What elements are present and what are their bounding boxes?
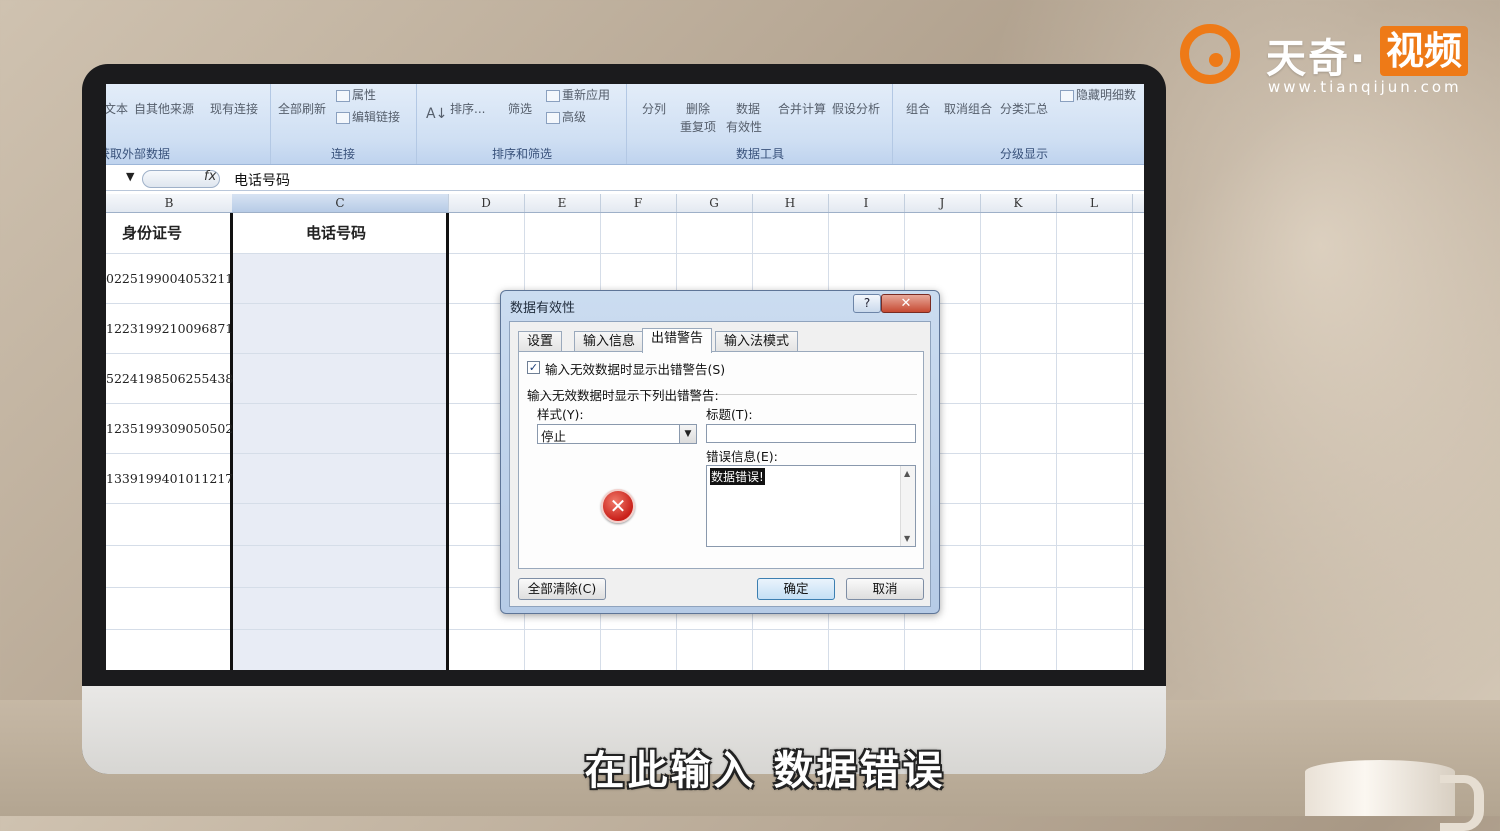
tab-ime-mode[interactable]: 输入法模式 bbox=[715, 331, 799, 352]
reapply-icon bbox=[546, 89, 560, 102]
group-label: 获取外部数据 bbox=[106, 147, 171, 161]
cell-header-id[interactable]: 身份证号 bbox=[122, 213, 182, 253]
logo-icon bbox=[1180, 24, 1240, 84]
close-icon[interactable]: ✕ bbox=[881, 294, 931, 313]
data-validation-dialog: 数据有效性 ? ✕ 设置 输入信息 出错警告 输入法模式 ✓ 输入无效数据时显示… bbox=[500, 290, 940, 614]
ribbon-group-outline: 组合 取消组合 分类汇总 隐藏明细数 分级显示 bbox=[894, 84, 1144, 164]
dialog-body: 设置 输入信息 出错警告 输入法模式 ✓ 输入无效数据时显示出错警告(S) 输入… bbox=[509, 321, 931, 607]
other-sources-button[interactable]: 自其他来源 bbox=[134, 100, 194, 117]
ribbon-group-sort-filter: A↓ 排序... 筛选 重新应用 高级 排序和筛选 bbox=[418, 84, 627, 164]
column-header-h[interactable]: H bbox=[752, 194, 829, 212]
remove-duplicates-label: 重复项 bbox=[680, 120, 717, 134]
cell-header-phone[interactable]: 电话号码 bbox=[306, 213, 366, 253]
refresh-all-button[interactable]: 全部刷新 bbox=[278, 100, 326, 117]
ribbon: 文本 自其他来源 现有连接 获取外部数据 全部刷新 属性 编辑链接 连接 A↓ … bbox=[106, 84, 1144, 165]
hide-detail-button[interactable]: 隐藏明细数 bbox=[1060, 86, 1136, 103]
logo-brand: 天奇· bbox=[1266, 36, 1368, 82]
group-button[interactable]: 组合 bbox=[906, 100, 930, 117]
scroll-up-icon[interactable]: ▲ bbox=[904, 469, 910, 478]
ribbon-group-connections: 全部刷新 属性 编辑链接 连接 bbox=[270, 84, 417, 164]
logo-badge: 视频 bbox=[1380, 26, 1469, 76]
error-message-label: 错误信息(E): bbox=[706, 449, 778, 464]
error-alert-panel: ✓ 输入无效数据时显示出错警告(S) 输入无效数据时显示下列出错警告: 样式(Y… bbox=[518, 351, 924, 569]
section-label: 输入无效数据时显示下列出错警告: bbox=[527, 388, 719, 403]
brand-logo: 天奇· 视频 www.tianqijun.com bbox=[1180, 20, 1490, 100]
show-error-label: 输入无效数据时显示出错警告(S) bbox=[545, 362, 726, 377]
logo-url: www.tianqijun.com bbox=[1268, 78, 1462, 96]
advanced-button[interactable]: 高级 bbox=[546, 108, 586, 125]
formula-input[interactable]: 电话号码 bbox=[234, 170, 290, 190]
clear-all-button[interactable]: 全部清除(C) bbox=[518, 578, 606, 600]
tab-error-alert[interactable]: 出错警告 bbox=[642, 328, 713, 353]
video-subtitle: 在此输入 数据错误 bbox=[584, 748, 946, 794]
existing-connections-button[interactable]: 现有连接 bbox=[210, 100, 258, 117]
properties-icon bbox=[336, 89, 350, 102]
advanced-icon bbox=[546, 111, 560, 124]
name-box-dropdown-icon[interactable]: ▼ bbox=[126, 170, 134, 183]
cell-id[interactable]: 1235199309050502 bbox=[106, 421, 233, 436]
ok-button[interactable]: 确定 bbox=[757, 578, 835, 600]
column-header-d[interactable]: D bbox=[448, 194, 525, 212]
insert-function-icon[interactable]: fx bbox=[204, 169, 216, 184]
column-header-l[interactable]: L bbox=[1056, 194, 1133, 212]
help-icon[interactable]: ? bbox=[853, 294, 881, 313]
style-select-value: 停止 bbox=[541, 429, 567, 444]
column-headers: B C D E F G H I J K L bbox=[106, 194, 1144, 213]
cell-id[interactable]: 1223199210096871 bbox=[106, 321, 233, 336]
filter-button[interactable]: 筛选 bbox=[508, 100, 532, 117]
what-if-button[interactable]: 假设分析 bbox=[832, 100, 880, 117]
sort-button[interactable]: 排序... bbox=[450, 100, 485, 117]
error-message-selected-text: 数据错误! bbox=[710, 468, 765, 485]
column-header-f[interactable]: F bbox=[600, 194, 677, 212]
subtotal-button[interactable]: 分类汇总 bbox=[1000, 100, 1048, 117]
column-header-k[interactable]: K bbox=[980, 194, 1057, 212]
column-header-g[interactable]: G bbox=[676, 194, 753, 212]
error-message-textarea[interactable]: 数据错误! ▲ ▼ bbox=[706, 465, 916, 547]
selected-column-c bbox=[232, 253, 448, 670]
group-label: 数据工具 bbox=[735, 147, 784, 161]
stop-error-icon: ✕ bbox=[601, 489, 635, 523]
column-header-c[interactable]: C bbox=[232, 194, 449, 212]
tab-settings[interactable]: 设置 bbox=[518, 331, 563, 352]
style-label: 样式(Y): bbox=[537, 407, 584, 422]
ribbon-group-data-tools: 分列 删除 重复项 数据 有效性 合并计算 假设分析 数据工具 bbox=[628, 84, 893, 164]
group-label: 排序和筛选 bbox=[491, 147, 552, 161]
hide-detail-icon bbox=[1060, 89, 1074, 102]
group-label: 连接 bbox=[330, 147, 355, 161]
text-import-button[interactable]: 文本 bbox=[106, 100, 128, 117]
scroll-down-icon[interactable]: ▼ bbox=[904, 534, 910, 543]
reapply-button[interactable]: 重新应用 bbox=[546, 86, 610, 103]
formula-bar: ▼ fx 电话号码 bbox=[106, 168, 1144, 191]
dialog-title: 数据有效性 bbox=[510, 301, 576, 316]
column-header-j[interactable]: J bbox=[904, 194, 981, 212]
properties-button[interactable]: 属性 bbox=[336, 86, 376, 103]
text-to-columns-button[interactable]: 分列 bbox=[642, 100, 666, 117]
textarea-scrollbar[interactable]: ▲ ▼ bbox=[900, 466, 915, 546]
remove-duplicates-button[interactable]: 删除 bbox=[686, 100, 710, 117]
data-validation-button[interactable]: 数据 bbox=[736, 100, 760, 117]
ungroup-button[interactable]: 取消组合 bbox=[944, 100, 992, 117]
chevron-down-icon[interactable]: ▼ bbox=[679, 425, 696, 443]
border-right-c bbox=[446, 213, 449, 670]
title-label: 标题(T): bbox=[706, 407, 753, 422]
cell-id[interactable]: 5224198506255438 bbox=[106, 371, 233, 386]
data-validation-label: 有效性 bbox=[726, 120, 763, 134]
cancel-button[interactable]: 取消 bbox=[846, 578, 924, 600]
title-input[interactable] bbox=[706, 424, 916, 443]
edit-links-button[interactable]: 编辑链接 bbox=[336, 108, 400, 125]
style-select[interactable]: 停止 ▼ bbox=[537, 424, 697, 444]
cell-id[interactable]: 1339199401011217 bbox=[106, 471, 233, 486]
tab-input-message[interactable]: 输入信息 bbox=[574, 331, 645, 352]
column-header-b[interactable]: B bbox=[106, 194, 233, 212]
show-error-checkbox[interactable]: ✓ bbox=[527, 361, 540, 374]
cell-id[interactable]: 0225199004053211 bbox=[106, 271, 233, 286]
sort-az-icon[interactable]: A↓ bbox=[426, 106, 447, 122]
ribbon-group-external-data: 文本 自其他来源 现有连接 获取外部数据 bbox=[106, 84, 271, 164]
column-header-e[interactable]: E bbox=[524, 194, 601, 212]
link-icon bbox=[336, 111, 350, 124]
column-header-i[interactable]: I bbox=[828, 194, 905, 212]
consolidate-button[interactable]: 合并计算 bbox=[778, 100, 826, 117]
group-label: 分级显示 bbox=[999, 147, 1048, 161]
